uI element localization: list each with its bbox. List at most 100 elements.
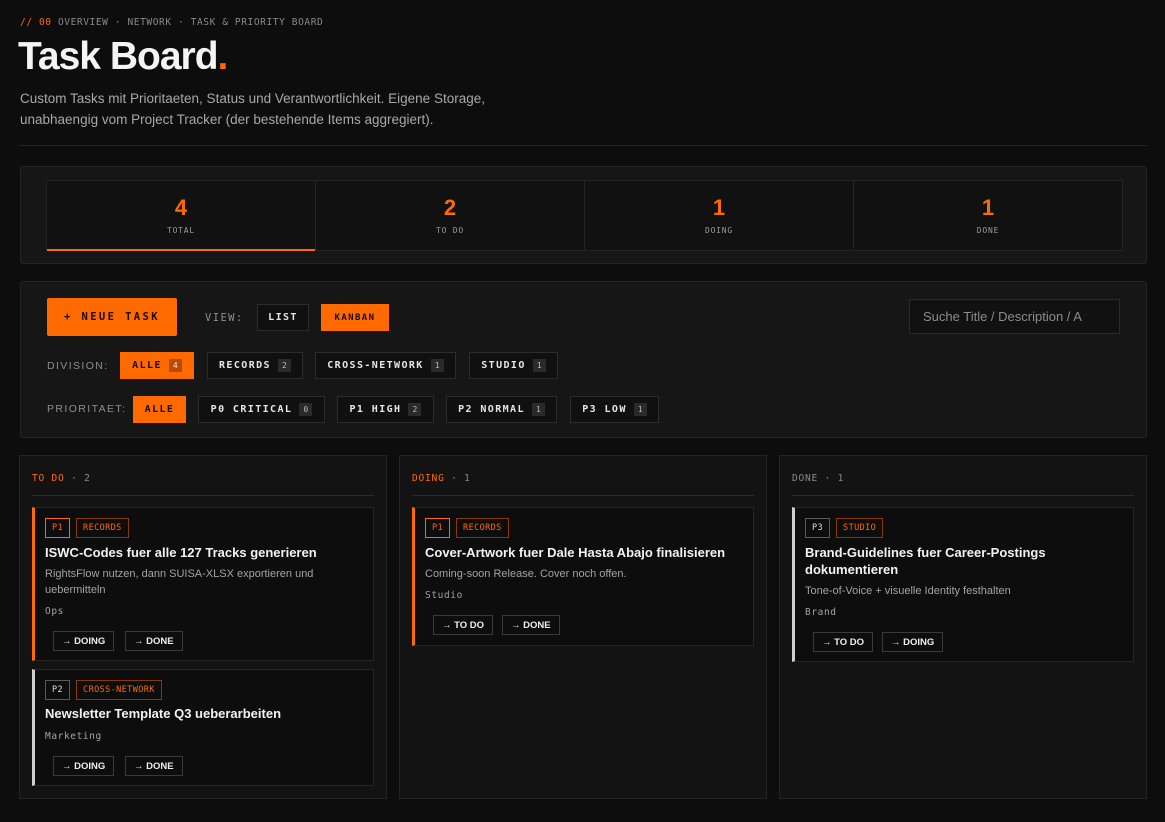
kanban-column-doing: DOING · 1 P1 RECORDS Cover-Artwork fuer … [399, 455, 767, 799]
column-count: · 1 [824, 473, 845, 484]
division-chip-records[interactable]: RECORDS 2 [207, 352, 303, 379]
task-card[interactable]: P2 CROSS-NETWORK Newsletter Template Q3 … [32, 669, 374, 786]
task-description: Coming-soon Release. Cover noch offen. [425, 568, 627, 580]
move-to-todo-button[interactable]: → TO DO [433, 615, 494, 635]
chip-label: P2 NORMAL [458, 404, 525, 415]
column-count: · 2 [71, 473, 91, 484]
column-header: DOING · 1 [412, 473, 471, 484]
page-subtitle: Custom Tasks mit Prioritaeten, Status un… [20, 91, 485, 127]
stat-todo[interactable]: 2 TO DO [316, 181, 585, 250]
stat-label: TOTAL [166, 226, 196, 235]
move-to-doing-button[interactable]: → DOING [53, 756, 115, 776]
count-badge: 2 [408, 403, 422, 416]
view-list-toggle[interactable]: LIST [257, 304, 309, 331]
stat-value: 4 [174, 195, 188, 220]
count-badge: 1 [430, 359, 444, 372]
task-owner: Marketing [45, 731, 102, 742]
column-header: TO DO · 2 [32, 473, 91, 484]
column-divider [32, 495, 374, 496]
stat-doing[interactable]: 1 DOING [585, 181, 854, 250]
move-to-done-button[interactable]: → DONE [502, 615, 560, 635]
division-chip-cross-network[interactable]: CROSS-NETWORK 1 [315, 352, 456, 379]
priority-badge: P1 [425, 518, 451, 538]
priority-chip-p3[interactable]: P3 LOW 1 [570, 396, 659, 423]
page-title: Task Board. [18, 34, 229, 80]
stats-row: 4 TOTAL 2 TO DO 1 DOING 1 DONE [46, 180, 1123, 251]
section-number: // 00 [20, 17, 52, 28]
division-chip-alle[interactable]: ALLE 4 [120, 352, 194, 379]
move-to-todo-button[interactable]: → TO DO [813, 632, 874, 652]
view-label: VIEW: [205, 312, 244, 324]
count-badge: 4 [168, 359, 182, 372]
kanban-column-todo: TO DO · 2 P1 RECORDS ISWC-Codes fuer all… [19, 455, 387, 799]
move-to-done-button[interactable]: → DONE [125, 631, 183, 651]
priority-badge: P2 [45, 680, 71, 700]
division-label: DIVISION: [47, 360, 109, 372]
move-to-doing-button[interactable]: → DOING [882, 632, 944, 652]
task-tags: P2 CROSS-NETWORK [45, 680, 162, 700]
task-title: Newsletter Template Q3 ueberarbeiten [45, 706, 282, 721]
task-tags: P1 RECORDS [425, 518, 509, 538]
stat-label: TO DO [435, 226, 465, 235]
task-description: Tone-of-Voice + visuelle Identity festha… [805, 585, 1011, 597]
priority-chip-alle[interactable]: ALLE [133, 396, 186, 423]
breadcrumb-path: OVERVIEW · NETWORK · TASK & PRIORITY BOA… [57, 17, 324, 28]
chip-label: ALLE [144, 404, 175, 415]
chip-label: CROSS-NETWORK [327, 360, 424, 371]
breadcrumb: // 00 OVERVIEW · NETWORK · TASK & PRIORI… [20, 17, 323, 28]
stat-value: 2 [443, 195, 457, 220]
priority-chip-p0[interactable]: P0 CRITICAL 0 [198, 396, 325, 423]
chip-label: P1 HIGH [349, 404, 402, 415]
task-owner: Brand [805, 607, 837, 618]
priority-chip-p2[interactable]: P2 NORMAL 1 [446, 396, 557, 423]
count-badge: 1 [532, 359, 546, 372]
priority-badge: P1 [45, 518, 71, 538]
task-owner: Studio [425, 590, 463, 601]
header-divider [20, 145, 1147, 146]
chip-label: LIST [268, 312, 298, 323]
task-title: Brand-Guidelines fuer Career-Postings do… [805, 545, 1046, 577]
stat-value: 1 [981, 195, 995, 220]
priority-badge: P3 [805, 518, 831, 538]
search-input[interactable] [909, 299, 1120, 334]
column-title: DONE [792, 473, 819, 484]
column-divider [792, 495, 1134, 496]
move-to-doing-button[interactable]: → DOING [53, 631, 115, 651]
stat-value: 1 [712, 195, 726, 220]
task-title: ISWC-Codes fuer alle 127 Tracks generier… [45, 545, 317, 560]
move-to-done-button[interactable]: → DONE [125, 756, 183, 776]
division-badge: STUDIO [836, 518, 884, 538]
title-accent-dot: . [217, 35, 229, 78]
stat-done[interactable]: 1 DONE [854, 181, 1122, 250]
chip-label: KANBAN [334, 312, 376, 323]
chip-label: STUDIO [481, 360, 526, 371]
task-description: RightsFlow nutzen, dann SUISA-XLSX expor… [45, 568, 314, 596]
column-divider [412, 495, 754, 496]
column-count: · 1 [451, 473, 471, 484]
task-card[interactable]: P3 STUDIO Brand-Guidelines fuer Career-P… [792, 507, 1134, 662]
division-chip-studio[interactable]: STUDIO 1 [469, 352, 558, 379]
chip-label: RECORDS [219, 360, 271, 371]
chip-label: ALLE [132, 360, 162, 371]
count-badge: 1 [531, 403, 545, 416]
column-title: DOING [412, 473, 445, 484]
column-header: DONE · 1 [792, 473, 844, 484]
view-kanban-toggle[interactable]: KANBAN [321, 304, 389, 331]
stat-total[interactable]: 4 TOTAL [47, 181, 316, 251]
task-tags: P1 RECORDS [45, 518, 129, 538]
count-badge: 1 [633, 403, 647, 416]
kanban-column-done: DONE · 1 P3 STUDIO Brand-Guidelines fuer… [779, 455, 1147, 799]
task-card[interactable]: P1 RECORDS ISWC-Codes fuer alle 127 Trac… [32, 507, 374, 661]
stat-label: DONE [976, 226, 1000, 235]
task-card[interactable]: P1 RECORDS Cover-Artwork fuer Dale Hasta… [412, 507, 754, 646]
stats-panel: 4 TOTAL 2 TO DO 1 DOING 1 DONE [20, 166, 1147, 264]
priority-label: PRIORITAET: [47, 403, 127, 415]
new-task-button[interactable]: + NEUE TASK [47, 298, 177, 336]
count-badge: 0 [299, 403, 313, 416]
stat-label: DOING [704, 226, 734, 235]
task-title: Cover-Artwork fuer Dale Hasta Abajo fina… [425, 545, 726, 560]
column-title: TO DO [32, 473, 65, 484]
task-owner: Ops [45, 606, 64, 617]
division-badge: RECORDS [76, 518, 129, 538]
priority-chip-p1[interactable]: P1 HIGH 2 [337, 396, 434, 423]
